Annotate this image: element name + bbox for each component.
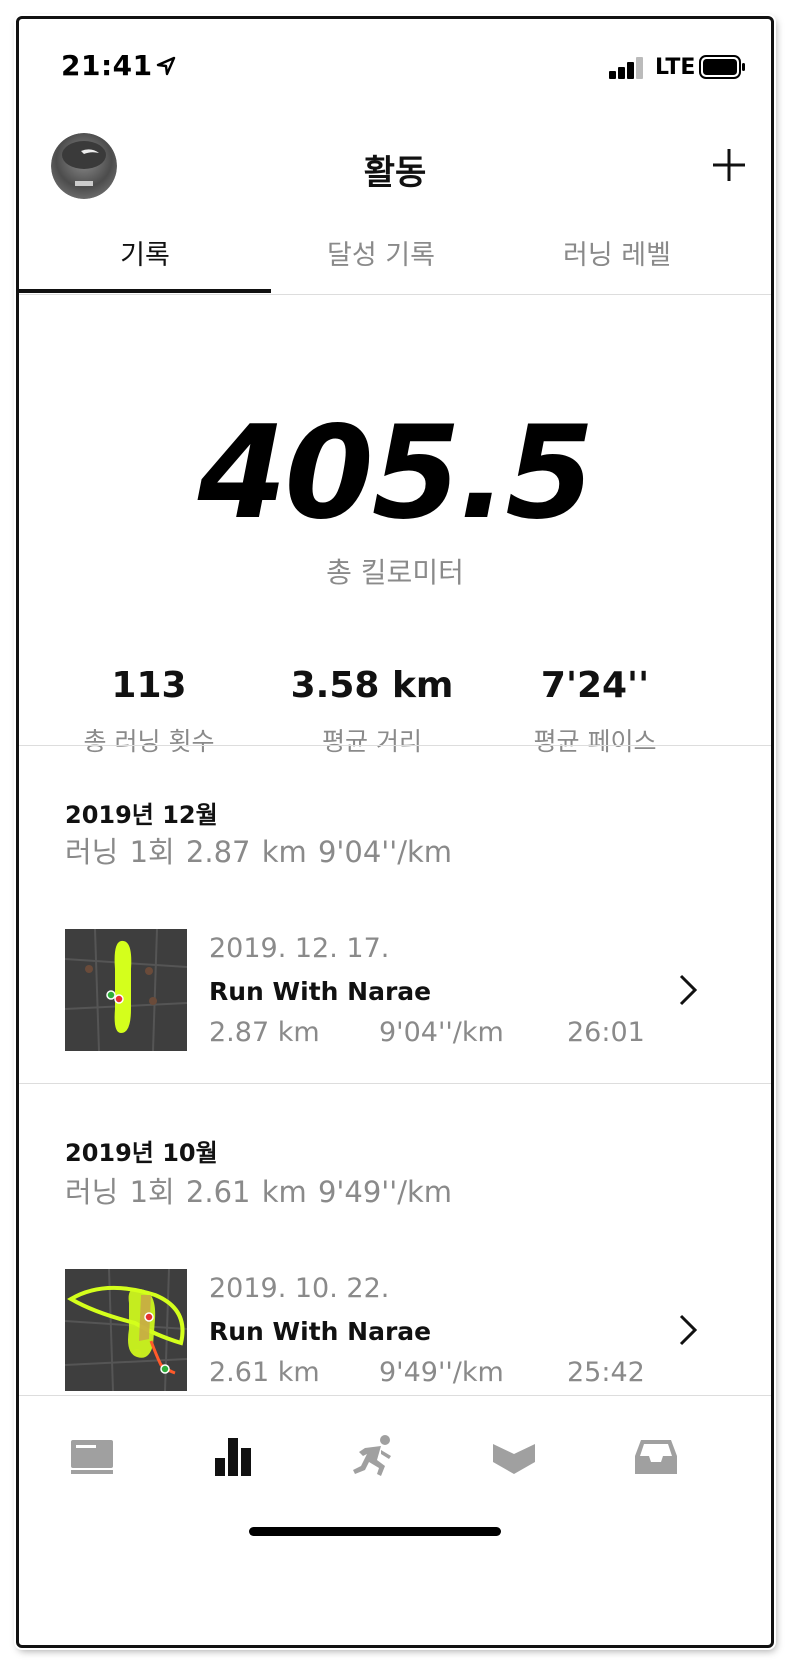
carrier-label: LTE <box>655 55 696 80</box>
run-distance: 2.61 km <box>209 1357 320 1388</box>
run-pace: 9'49''/km <box>379 1357 504 1388</box>
run-duration: 25:42 <box>567 1357 645 1388</box>
run-name: Run With Narae <box>209 977 432 1006</box>
signal-strength-icon <box>609 57 645 79</box>
feed-icon[interactable] <box>69 1434 115 1478</box>
run-route-map <box>65 929 187 1051</box>
total-kilometers-label: 총 킬로미터 <box>326 556 464 589</box>
phone-screen: 21:41 LTE 활동 기록 달성 기록 러닝 레벨 405.5 총 킬로미터… <box>16 16 774 1648</box>
status-bar: 21:41 LTE <box>19 19 771 109</box>
stat-value: 113 <box>111 665 187 706</box>
activity-chart-icon[interactable] <box>211 1434 257 1478</box>
month-title: 2019년 10월 <box>65 1139 218 1167</box>
month-title: 2019년 12월 <box>65 801 218 829</box>
inbox-icon[interactable] <box>633 1434 679 1478</box>
runner-icon[interactable] <box>351 1434 397 1478</box>
tab-records[interactable]: 기록 <box>19 233 271 272</box>
chevron-right-icon <box>679 974 698 1006</box>
run-duration: 26:01 <box>567 1017 645 1048</box>
chevron-right-icon <box>679 1314 698 1346</box>
run-date: 2019. 12. 17. <box>209 933 390 964</box>
stat-label: 평균 페이스 <box>533 727 657 756</box>
run-distance: 2.87 km <box>209 1017 320 1048</box>
home-indicator[interactable] <box>249 1527 501 1536</box>
run-route-map <box>65 1269 187 1391</box>
stat-label: 평균 거리 <box>322 727 422 756</box>
page-title: 활동 <box>363 153 427 193</box>
total-kilometers-value: 405.5 <box>197 399 595 548</box>
tab-running-level[interactable]: 러닝 레벨 <box>491 233 743 272</box>
tab-achievements[interactable]: 달성 기록 <box>255 233 507 272</box>
run-pace: 9'04''/km <box>379 1017 504 1048</box>
add-button[interactable] <box>709 145 749 185</box>
battery-icon <box>699 55 745 79</box>
stat-value: 7'24'' <box>540 665 650 706</box>
location-arrow-icon <box>156 56 176 76</box>
month-summary: 러닝 1회 2.61 km 9'49''/km <box>65 1175 453 1209</box>
section-divider <box>19 745 771 746</box>
section-divider <box>19 1083 771 1084</box>
stat-label: 총 러닝 횟수 <box>83 727 215 756</box>
stat-value: 3.58 km <box>290 665 454 706</box>
bottom-tab-bar <box>19 1395 771 1535</box>
app-header: 활동 <box>19 115 771 215</box>
status-time: 21:41 <box>61 49 153 82</box>
run-name: Run With Narae <box>209 1317 432 1346</box>
run-date: 2019. 10. 22. <box>209 1273 390 1304</box>
segment-tabs: 기록 달성 기록 러닝 레벨 <box>19 215 771 295</box>
active-tab-indicator <box>19 289 271 293</box>
club-icon[interactable] <box>491 1434 537 1478</box>
month-summary: 러닝 1회 2.87 km 9'04''/km <box>65 835 453 869</box>
